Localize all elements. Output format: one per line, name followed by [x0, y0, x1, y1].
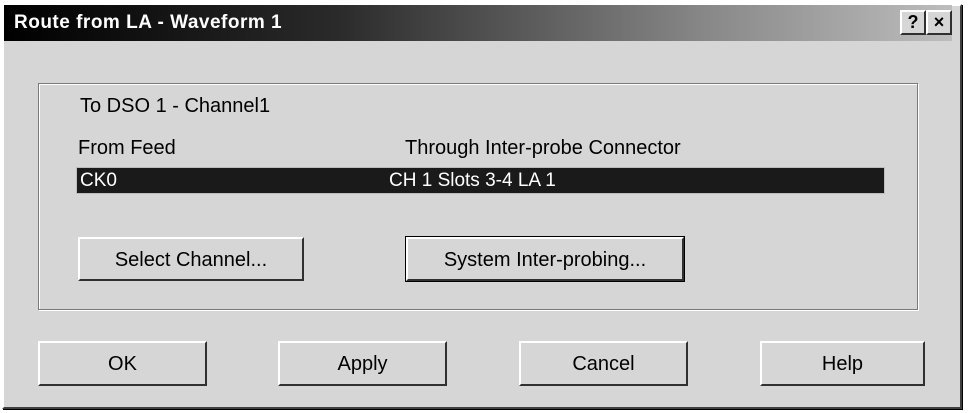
apply-button[interactable]: Apply: [278, 341, 447, 386]
cancel-button[interactable]: Cancel: [519, 341, 688, 386]
from-feed-value: CK0: [80, 170, 117, 191]
through-connector-value: CH 1 Slots 3-4 LA 1: [389, 170, 556, 191]
from-feed-header: From Feed: [78, 137, 176, 159]
destination-label: To DSO 1 - Channel1: [80, 95, 271, 117]
ok-button[interactable]: OK: [38, 341, 207, 386]
window-title: Route from LA - Waveform 1: [14, 12, 283, 33]
route-row-selected[interactable]: CK0 CH 1 Slots 3-4 LA 1: [76, 167, 885, 194]
through-connector-header: Through Inter-probe Connector: [405, 137, 681, 159]
system-interprobing-button[interactable]: System Inter-probing...: [405, 236, 685, 282]
help-button[interactable]: Help: [760, 341, 925, 386]
select-channel-button[interactable]: Select Channel...: [78, 237, 304, 281]
title-bar[interactable]: Route from LA - Waveform 1 ? ×: [4, 5, 952, 41]
close-button[interactable]: ×: [926, 10, 952, 35]
context-help-button[interactable]: ?: [900, 10, 926, 35]
